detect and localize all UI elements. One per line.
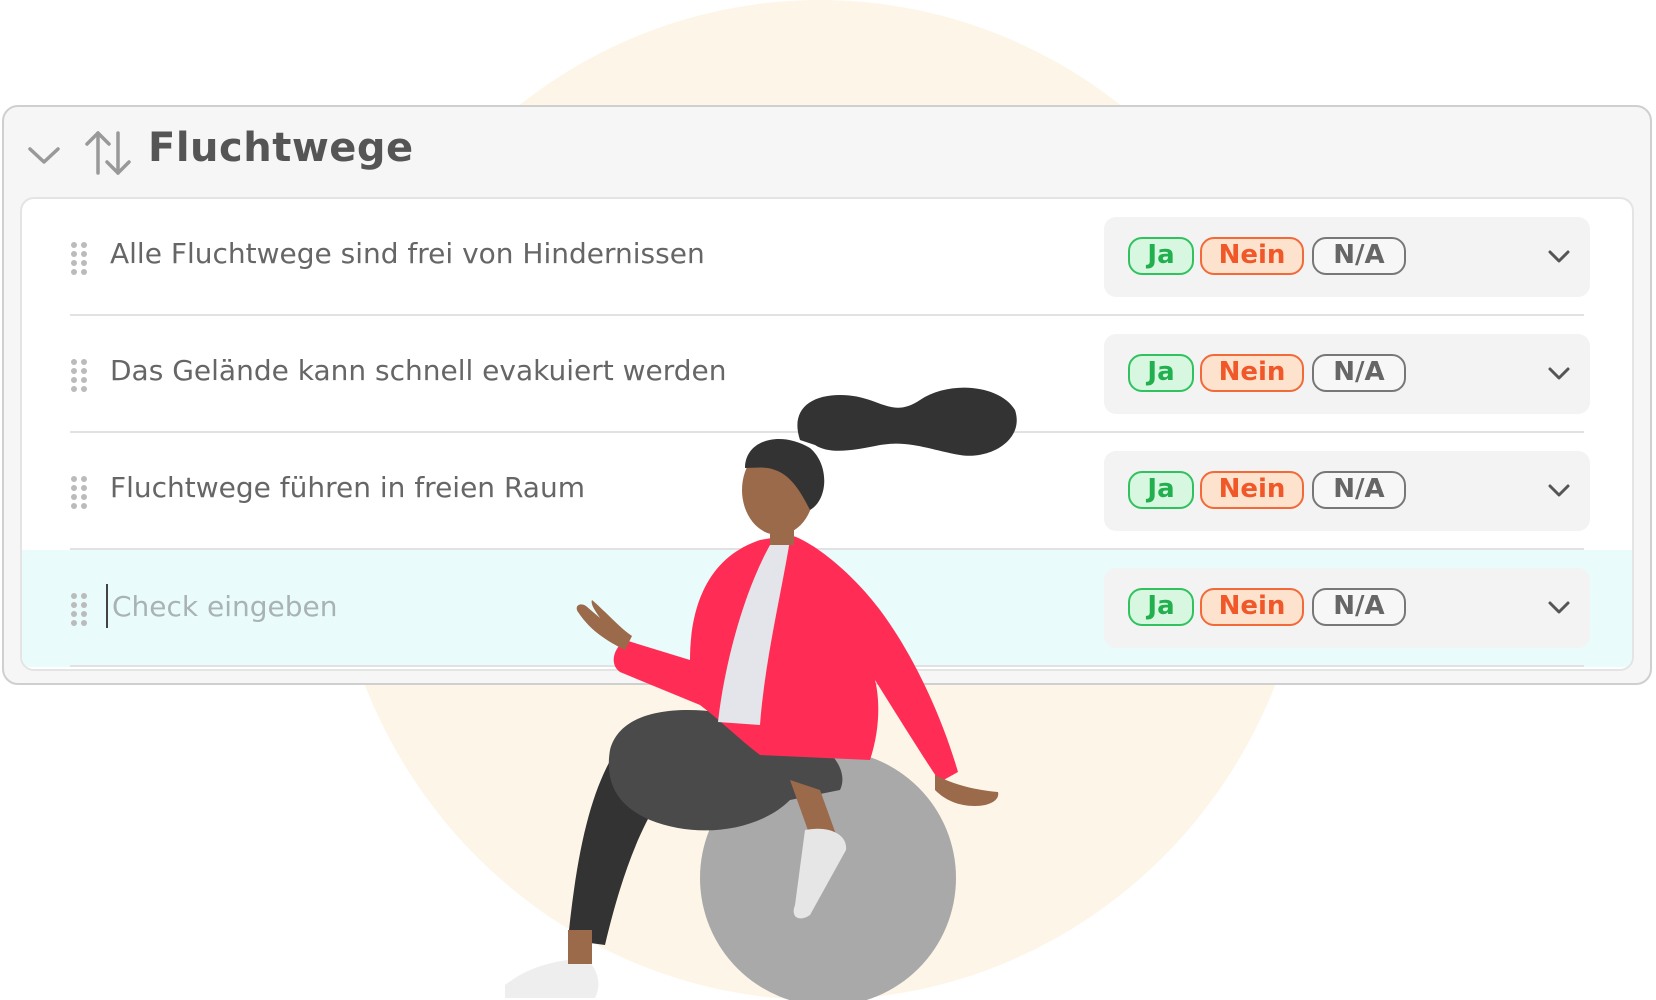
check-row[interactable]: Alle Fluchtwege sind frei von Hinderniss… <box>22 199 1632 316</box>
answer-no-chip[interactable]: Nein <box>1200 588 1304 626</box>
answer-yes-chip[interactable]: Ja <box>1128 354 1194 392</box>
answer-yes-chip[interactable]: Ja <box>1128 471 1194 509</box>
chevron-down-icon[interactable] <box>1544 592 1574 622</box>
sort-arrows-icon[interactable] <box>80 125 136 181</box>
check-text[interactable]: Alle Fluchtwege sind frei von Hinderniss… <box>110 237 705 270</box>
row-divider <box>70 665 1584 667</box>
answer-yes-chip[interactable]: Ja <box>1128 588 1194 626</box>
check-text[interactable]: Fluchtwege führen in freien Raum <box>110 471 585 504</box>
answer-options: Ja Nein N/A <box>1104 568 1590 648</box>
answer-no-chip[interactable]: Nein <box>1200 354 1304 392</box>
checklist-section: Fluchtwege Alle Fluchtwege sind frei von… <box>2 105 1652 685</box>
back-shoe <box>505 958 599 998</box>
new-check-row[interactable]: Ja Nein N/A <box>22 550 1632 667</box>
check-row[interactable]: Fluchtwege führen in freien Raum Ja Nein… <box>22 433 1632 550</box>
answer-yes-chip[interactable]: Ja <box>1128 237 1194 275</box>
answer-na-chip[interactable]: N/A <box>1312 237 1406 275</box>
answer-options: Ja Nein N/A <box>1104 451 1590 531</box>
section-title: Fluchtwege <box>148 125 414 171</box>
answer-na-chip[interactable]: N/A <box>1312 471 1406 509</box>
answer-na-chip[interactable]: N/A <box>1312 354 1406 392</box>
drag-handle-icon[interactable] <box>70 592 88 626</box>
answer-options: Ja Nein N/A <box>1104 334 1590 414</box>
section-header[interactable]: Fluchtwege <box>4 107 1650 195</box>
drag-handle-icon[interactable] <box>70 241 88 275</box>
check-list: Alle Fluchtwege sind frei von Hinderniss… <box>20 197 1634 671</box>
chevron-down-icon[interactable] <box>1544 241 1574 271</box>
check-text[interactable]: Das Gelände kann schnell evakuiert werde… <box>110 354 727 387</box>
chevron-down-icon[interactable] <box>24 135 64 175</box>
check-row[interactable]: Das Gelände kann schnell evakuiert werde… <box>22 316 1632 433</box>
answer-no-chip[interactable]: Nein <box>1200 237 1304 275</box>
page: Fluchtwege Alle Fluchtwege sind frei von… <box>0 0 1656 1000</box>
new-check-input[interactable] <box>106 584 912 628</box>
drag-handle-icon[interactable] <box>70 475 88 509</box>
answer-na-chip[interactable]: N/A <box>1312 588 1406 626</box>
answer-no-chip[interactable]: Nein <box>1200 471 1304 509</box>
chevron-down-icon[interactable] <box>1544 475 1574 505</box>
answer-options: Ja Nein N/A <box>1104 217 1590 297</box>
drag-handle-icon[interactable] <box>70 358 88 392</box>
chevron-down-icon[interactable] <box>1544 358 1574 388</box>
